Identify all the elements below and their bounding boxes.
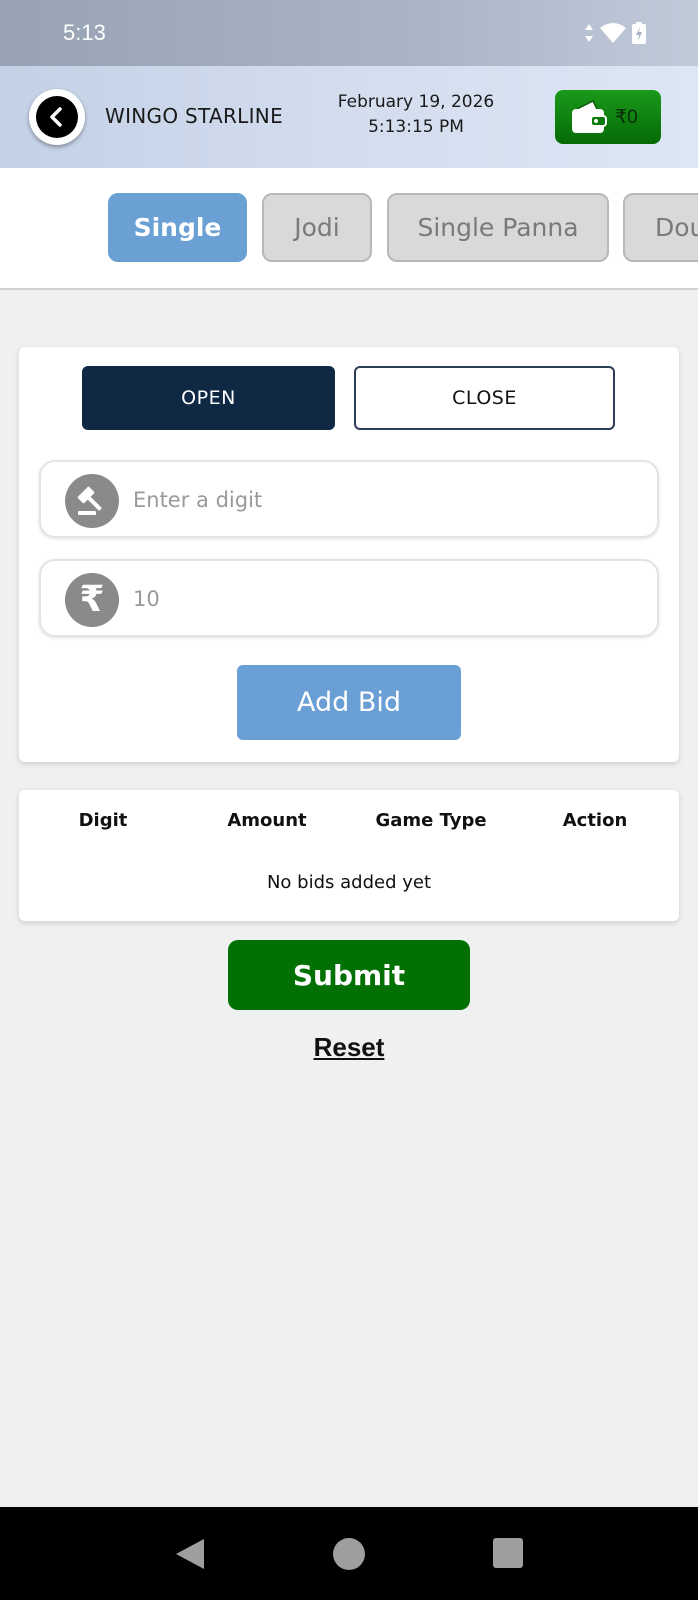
status-time: 5:13 xyxy=(63,20,106,45)
amount-input[interactable] xyxy=(133,575,633,623)
amount-field: ₹ xyxy=(39,559,659,637)
battery-icon xyxy=(632,22,646,44)
tab-single-panna[interactable]: Single Panna xyxy=(387,193,609,262)
status-icons xyxy=(584,22,646,44)
system-nav-bar xyxy=(0,1507,698,1600)
open-session-button[interactable]: OPEN xyxy=(82,366,335,430)
column-header-game-type: Game Type xyxy=(375,810,487,831)
reset-link[interactable]: Reset xyxy=(0,1032,698,1063)
wallet-icon xyxy=(572,99,607,133)
back-arrow-icon xyxy=(36,96,78,138)
nav-back-icon[interactable] xyxy=(172,1537,206,1571)
column-header-digit: Digit xyxy=(78,810,128,831)
column-header-action: Action xyxy=(562,810,628,831)
empty-bids-message: No bids added yet xyxy=(266,872,432,893)
bids-table-header: Digit Amount Game Type Action xyxy=(19,810,679,842)
digit-field xyxy=(39,460,659,538)
wifi-icon xyxy=(600,23,626,43)
gavel-icon xyxy=(65,474,119,528)
app-header: WINGO STARLINE February 19, 2026 5:13:15… xyxy=(0,66,698,168)
back-button[interactable] xyxy=(29,89,85,145)
bids-table-card: Digit Amount Game Type Action No bids ad… xyxy=(19,790,679,921)
close-session-button[interactable]: CLOSE xyxy=(354,366,615,430)
rupee-icon: ₹ xyxy=(65,573,119,627)
current-date: February 19, 2026 xyxy=(337,92,495,112)
tab-jodi[interactable]: Jodi xyxy=(262,193,372,262)
current-time: 5:13:15 PM xyxy=(368,117,464,137)
submit-button[interactable]: Submit xyxy=(228,940,470,1010)
status-bar: 5:13 xyxy=(0,0,698,66)
nav-recents-icon[interactable] xyxy=(492,1537,524,1569)
date-time-display: February 19, 2026 5:13:15 PM xyxy=(330,90,502,140)
tab-double-panna[interactable]: Dou xyxy=(623,193,698,262)
page-title: WINGO STARLINE xyxy=(105,104,284,128)
data-arrows-icon xyxy=(585,24,593,42)
wallet-button[interactable]: ₹0 xyxy=(555,90,661,144)
game-type-tabs: Single Jodi Single Panna Dou xyxy=(0,168,698,290)
add-bid-button[interactable]: Add Bid xyxy=(237,665,461,740)
wallet-balance: ₹0 xyxy=(615,106,638,128)
nav-home-icon[interactable] xyxy=(332,1537,366,1571)
tab-single[interactable]: Single xyxy=(108,193,247,262)
digit-input[interactable] xyxy=(133,476,633,524)
bid-entry-card: OPEN CLOSE ₹ Add Bid xyxy=(19,347,679,762)
column-header-amount: Amount xyxy=(227,810,307,831)
